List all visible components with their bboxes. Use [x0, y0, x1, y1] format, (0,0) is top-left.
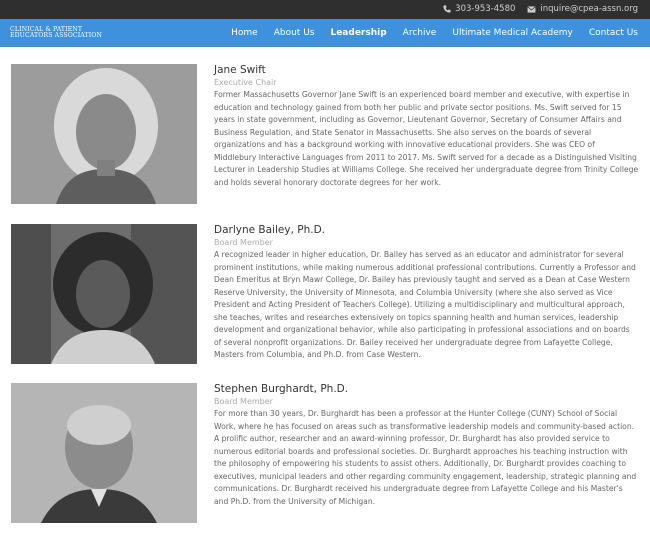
bio-name: Stephen Burghardt, Ph.D.: [214, 383, 349, 395]
main-nav: Home About Us Leadership Archive Ultimat…: [231, 19, 638, 47]
bio-text: Darlyne Bailey, Ph.D. Board Member A rec…: [214, 224, 639, 362]
bio-description: Former Massachusetts Governor Jane Swift…: [214, 90, 639, 187]
portrait-photo: [11, 383, 197, 523]
logo-line-2: EDUCATORS ASSOCIATION: [10, 32, 102, 39]
email-link[interactable]: inquire@cpea-assn.org: [527, 4, 638, 14]
leadership-content: Jane Swift Executive Chair Former Massac…: [0, 47, 650, 535]
top-bar: 303-953-4580 inquire@cpea-assn.org: [0, 0, 650, 19]
bio-name: Darlyne Bailey, Ph.D.: [214, 224, 325, 236]
bio-name: Jane Swift: [214, 64, 266, 76]
portrait-image: [11, 64, 197, 204]
site-logo[interactable]: CLINICAL & PATIENT EDUCATORS ASSOCIATION: [10, 26, 102, 39]
nav-ultimate-medical-academy[interactable]: Ultimate Medical Academy: [452, 28, 572, 38]
bio-description: A recognized leader in higher education,…: [214, 250, 636, 359]
bio-role: Board Member: [214, 238, 273, 247]
phone-icon: [443, 5, 451, 13]
email-address: inquire@cpea-assn.org: [540, 4, 638, 14]
bio-role: Executive Chair: [214, 78, 277, 87]
phone-link[interactable]: 303-953-4580: [443, 4, 515, 14]
bio-role: Board Member: [214, 397, 273, 406]
contact-info: 303-953-4580 inquire@cpea-assn.org: [443, 4, 638, 14]
bio-text: Stephen Burghardt, Ph.D. Board Member Fo…: [214, 383, 639, 508]
nav-archive[interactable]: Archive: [403, 28, 437, 38]
portrait-image: [11, 224, 197, 364]
portrait-image: [11, 383, 197, 523]
nav-home[interactable]: Home: [231, 28, 258, 38]
phone-number: 303-953-4580: [455, 4, 516, 14]
nav-about-us[interactable]: About Us: [274, 28, 315, 38]
portrait-photo: [11, 64, 197, 204]
main-navbar: CLINICAL & PATIENT EDUCATORS ASSOCIATION…: [0, 19, 650, 47]
portrait-photo: [11, 224, 197, 364]
bio-text: Jane Swift Executive Chair Former Massac…: [214, 64, 639, 189]
bio-description: For more than 30 years, Dr. Burghardt ha…: [214, 409, 637, 506]
envelope-icon: [527, 5, 537, 13]
nav-contact-us[interactable]: Contact Us: [589, 28, 638, 38]
nav-leadership[interactable]: Leadership: [330, 28, 386, 38]
